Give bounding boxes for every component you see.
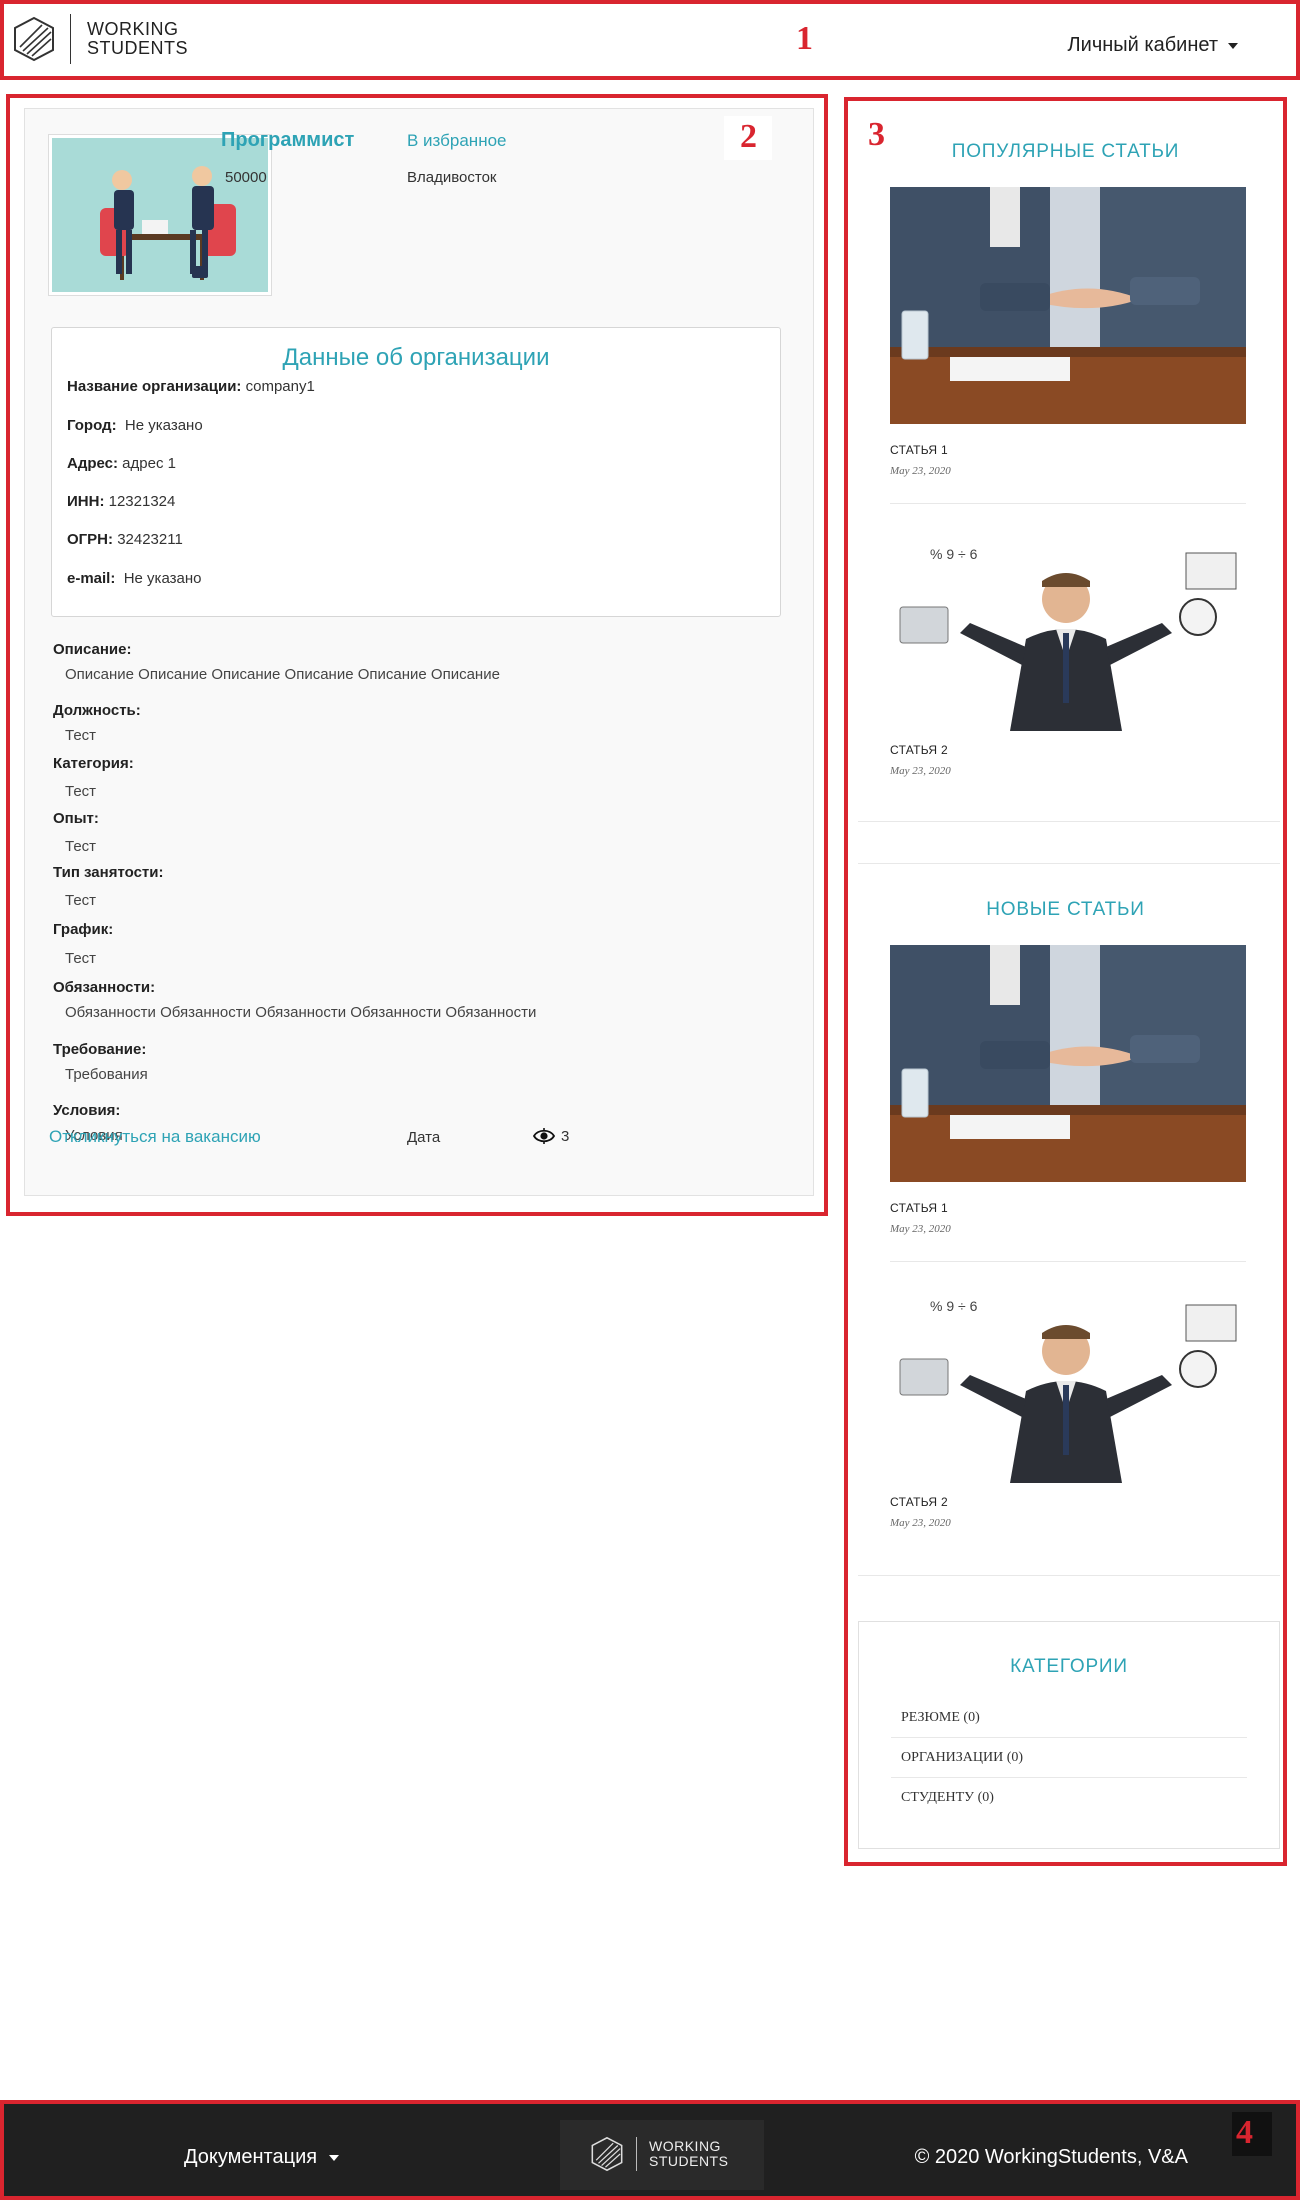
field-label-conditions: Условия: [53,1102,121,1119]
sidebar-divider [858,821,1280,822]
article-date: May 23, 2020 [890,1517,951,1529]
footer-logo-content: WORKING STUDENTS [590,2136,728,2172]
logo-divider [70,14,71,64]
field-label-requirement: Требование: [53,1041,147,1058]
article-image-handshake[interactable] [890,945,1246,1182]
article-title[interactable]: СТАТЬЯ 1 [890,443,948,457]
chevron-down-icon [329,2154,340,2161]
footer-logo-line2: STUDENTS [649,2153,729,2169]
field-label-category: Категория: [53,755,134,772]
annotation-marker-4: 4 [1236,2114,1253,2151]
field-label-schedule: График: [53,921,114,938]
logo-hexagon-icon [14,16,54,62]
new-articles-title: НОВЫЕ СТАТЬИ [986,899,1145,920]
article-title[interactable]: СТАТЬЯ 2 [890,1495,948,1509]
field-value-category: Тест [65,783,97,800]
organization-section-title: Данные об организации [282,344,550,371]
article-date: May 23, 2020 [890,465,951,477]
date-label: Дата [407,1129,441,1146]
svg-text:% 9 ÷ 6: % 9 ÷ 6 [930,546,978,562]
organization-box: Данные об организации Название организац… [51,327,781,617]
account-label: Личный кабинет [1067,34,1218,56]
vacancy-panel: Программист 50000 В избранное Владивосто… [6,94,828,1216]
org-row-name: Название организации: company1 [67,378,315,395]
field-label-experience: Опыт: [53,810,99,827]
annotation-marker-1: 1 [796,20,813,57]
footer-logo-text: WORKING STUDENTS [649,2137,729,2169]
vacancy-card: Программист 50000 В избранное Владивосто… [24,108,814,1196]
annotation-marker-3: 3 [868,116,885,153]
field-value-employment-type: Тест [65,892,97,909]
vacancy-illustration [48,134,272,296]
svg-text:% 9 ÷ 6: % 9 ÷ 6 [930,1298,978,1314]
org-row-address: Адрес: адрес 1 [67,455,176,472]
article-image-multitasking[interactable]: % 9 ÷ 6 [890,1281,1246,1483]
header-bar: WORKING STUDENTS Личный кабинет [0,0,1300,80]
handshake-photo-icon [890,187,1246,424]
footer-logo-line1: WORKING [649,2137,721,2154]
field-label-description: Описание: [53,641,132,658]
article-title[interactable]: СТАТЬЯ 1 [890,1201,948,1215]
annotation-marker-2: 2 [740,118,757,155]
org-row-ogrn: ОГРН: 32423211 [67,531,183,548]
article-separator [890,503,1246,504]
category-item-resume[interactable]: РЕЗЮМЕ (0) [901,1710,1247,1726]
views-counter: 3 [533,1127,569,1145]
sidebar-divider [858,863,1280,864]
categories-box: КАТЕГОРИИ РЕЗЮМЕ (0) ОРГАНИЗАЦИИ (0) СТУ… [858,1621,1280,1849]
logo-line2: STUDENTS [87,38,189,58]
article-image-handshake[interactable] [890,187,1246,424]
sidebar-panel: ПОПУЛЯРНЫЕ СТАТЬИ СТАТЬЯ 1 May 23, 2020 [844,97,1287,1866]
popular-articles-title: ПОПУЛЯРНЫЕ СТАТЬИ [951,141,1180,162]
interview-illustration-icon [52,138,268,292]
categories-title: КАТЕГОРИИ [1010,1656,1128,1677]
field-value-duties: Обязанности Обязанности Обязанности Обяз… [65,1004,537,1021]
article-separator [890,1261,1246,1262]
logo-line1: WORKING [87,18,179,39]
org-row-inn: ИНН: 12321324 [67,493,176,510]
field-value-position: Тест [65,727,97,744]
add-to-favorites-link[interactable]: В избранное [407,131,507,151]
field-value-description: Описание Описание Описание Описание Опис… [65,666,500,683]
views-count: 3 [561,1127,570,1145]
field-value-requirement: Требования [65,1066,148,1083]
documentation-dropdown[interactable]: Документация [184,2146,340,2169]
logo-text: WORKING STUDENTS [87,18,189,59]
field-label-employment-type: Тип занятости: [53,864,164,881]
field-value-experience: Тест [65,838,97,855]
org-row-city: Город: Не указано [67,417,203,434]
org-row-email: e-mail: Не указано [67,570,202,587]
article-image-multitasking[interactable]: % 9 ÷ 6 [890,529,1246,731]
footer-logo[interactable]: WORKING STUDENTS [560,2120,764,2190]
vacancy-title[interactable]: Программист [221,129,354,152]
handshake-photo-icon [890,945,1246,1182]
documentation-label: Документация [184,2146,318,2168]
logo-divider [636,2137,637,2171]
vacancy-salary: 50000 [225,169,267,186]
copyright-text: © 2020 WorkingStudents, V&A [914,2146,1188,2168]
field-value-schedule: Тест [65,950,97,967]
footer-bar: Документация WORKING STUDENTS © 2020 Wor… [0,2100,1300,2200]
category-item-organizations[interactable]: ОРГАНИЗАЦИИ (0) [901,1750,1247,1766]
category-separator [891,1777,1247,1778]
multitasking-photo-icon: % 9 ÷ 6 [890,529,1246,731]
apply-vacancy-link[interactable]: Откликнуться на вакансию [49,1127,261,1147]
account-dropdown[interactable]: Личный кабинет [1068,34,1238,57]
vacancy-city: Владивосток [407,169,497,186]
field-label-position: Должность: [53,702,141,719]
eye-icon [533,1128,555,1144]
chevron-down-icon [1228,42,1238,49]
article-date: May 23, 2020 [890,1223,951,1235]
category-separator [891,1737,1247,1738]
article-date: May 23, 2020 [890,765,951,777]
sidebar-divider [858,1575,1280,1576]
site-logo[interactable]: WORKING STUDENTS [12,14,188,64]
multitasking-photo-icon: % 9 ÷ 6 [890,1281,1246,1483]
article-title[interactable]: СТАТЬЯ 2 [890,743,948,757]
logo-hexagon-icon [591,2136,623,2172]
category-item-student[interactable]: СТУДЕНТУ (0) [901,1790,1247,1806]
field-label-duties: Обязанности: [53,979,156,996]
